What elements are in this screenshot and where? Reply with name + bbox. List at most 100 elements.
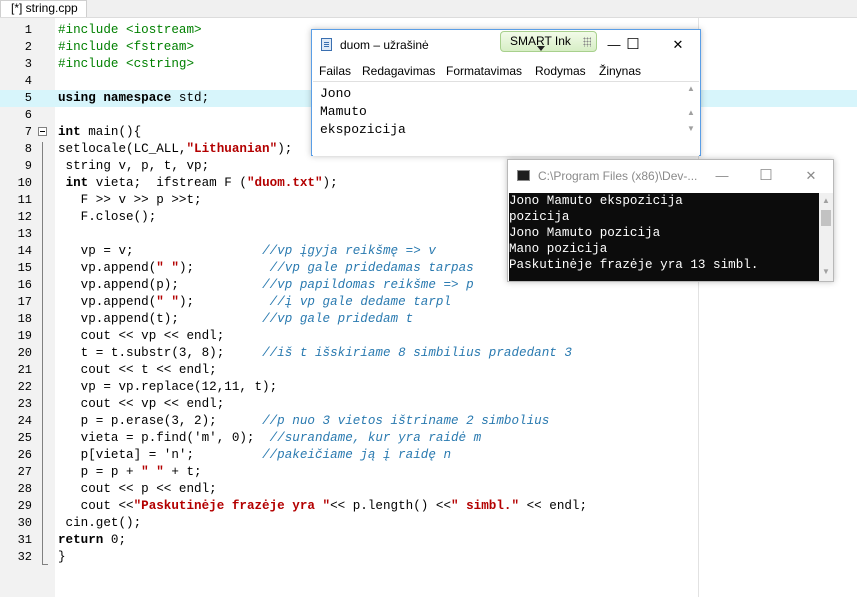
caret-down-icon[interactable] (537, 46, 545, 51)
code-line[interactable]: 24 p = p.erase(3, 2); //p nuo 3 vietos i… (0, 413, 857, 430)
line-number: 5 (24, 91, 32, 105)
maximize-button[interactable]: ☐ (618, 34, 648, 56)
code-text: vp.append(" "); //vp gale pridedamas tar… (58, 260, 474, 277)
notepad-menubar: Failas Redagavimas Formatavimas Rodymas … (312, 61, 700, 81)
fold-guide-line (42, 142, 43, 564)
code-token: string v, p, t, vp; (58, 159, 210, 173)
code-text: using namespace std; (58, 90, 209, 107)
code-token: vieta; ifstream F ( (88, 176, 247, 190)
code-line[interactable]: 26 p[vieta] = 'n'; //pakeičiame ją į rai… (0, 447, 857, 464)
line-number: 1 (24, 23, 32, 37)
code-token: //į vp gale dedame tarpl (269, 295, 452, 309)
code-text: p[vieta] = 'n'; //pakeičiame ją į raidę … (58, 447, 451, 464)
console-output-area[interactable]: Jono Mamuto ekspozicija pozicija Jono Mamu… (509, 193, 819, 281)
line-number: 23 (17, 397, 32, 411)
code-text: cout << vp << endl; (58, 328, 225, 345)
code-text: #include <fstream> (58, 39, 194, 56)
line-number: 30 (17, 516, 32, 530)
fold-guide-end (42, 564, 48, 565)
code-text: cout << p << endl; (58, 481, 217, 498)
console-line: Jono Mamuto pozicija (509, 226, 661, 240)
code-text: vp = v; //vp įgyja reikšmę => v (58, 243, 436, 260)
code-token: " " (141, 465, 164, 479)
close-button[interactable]: ✕ (663, 34, 693, 56)
line-number: 28 (17, 482, 32, 496)
maximize-button[interactable]: ☐ (751, 165, 781, 187)
scrollbar-thumb[interactable] (821, 210, 831, 226)
grip-icon[interactable] (583, 37, 591, 47)
code-token: //vp gale pridedam t (262, 312, 414, 326)
line-number: 12 (17, 210, 32, 224)
code-token: vp = vp.replace(12,11, t); (58, 380, 278, 394)
code-text: return 0; (58, 532, 126, 549)
minimize-button[interactable]: — (707, 165, 737, 187)
code-line[interactable]: 31 return 0; (0, 532, 857, 549)
line-number: 26 (17, 448, 32, 462)
code-token: " " (156, 261, 179, 275)
smart-ink-toolbar[interactable]: SMART Ink (500, 31, 597, 52)
close-button[interactable]: ✕ (796, 165, 826, 187)
code-token: return (58, 533, 104, 547)
console-window[interactable]: C:\Program Files (x86)\Dev-... — ☐ ✕ Jon… (507, 159, 834, 282)
tab-string-cpp[interactable]: [*] string.cpp (0, 0, 87, 17)
code-line[interactable]: 21 cout << t << endl; (0, 362, 857, 379)
code-token: //vp papildomas reikšme => p (262, 278, 474, 292)
line-number: 10 (17, 176, 32, 190)
line-number: 17 (17, 295, 32, 309)
line-number: 29 (17, 499, 32, 513)
console-output: Jono Mamuto ekspozicija pozicija Jono Mamu… (509, 193, 758, 273)
code-text: vp = vp.replace(12,11, t); (58, 379, 278, 396)
notepad-scrollbar[interactable]: ▲ ▲ ▼ (684, 82, 699, 156)
menu-rodymas[interactable]: Rodymas (535, 64, 586, 78)
code-line[interactable]: 28 cout << p << endl; (0, 481, 857, 498)
code-line[interactable]: 20 t = t.substr(3, 8); //iš t išskiriame… (0, 345, 857, 362)
notepad-icon (321, 38, 332, 51)
code-line[interactable]: 17 vp.append(" "); //į vp gale dedame ta… (0, 294, 857, 311)
code-line[interactable]: 25 vieta = p.find('m', 0); //surandame, … (0, 430, 857, 447)
scroll-down-icon[interactable]: ▼ (687, 124, 695, 133)
code-text: cout << vp << endl; (58, 396, 225, 413)
notepad-content[interactable]: Jono Mamuto ekspozicija (320, 85, 406, 139)
code-text: cout <<"Paskutinėje frazėje yra "<< p.le… (58, 498, 587, 515)
code-text: setlocale(LC_ALL,"Lithuanian"); (58, 141, 292, 158)
line-number: 9 (24, 159, 32, 173)
console-scrollbar[interactable]: ▲ ▼ (819, 193, 833, 281)
code-line[interactable]: 30 cin.get(); (0, 515, 857, 532)
code-line[interactable]: 22 vp = vp.replace(12,11, t); (0, 379, 857, 396)
code-token: << p.length() << (330, 499, 451, 513)
notepad-line: Jono (320, 86, 352, 101)
scroll-up-icon[interactable]: ▲ (687, 84, 695, 93)
code-line[interactable]: 29 cout <<"Paskutinėje frazėje yra "<< p… (0, 498, 857, 515)
code-token: cout << vp << endl; (58, 329, 225, 343)
code-text: #include <cstring> (58, 56, 194, 73)
code-token: " simbl." (451, 499, 520, 513)
code-line[interactable]: 32} (0, 549, 857, 566)
line-number: 22 (17, 380, 32, 394)
code-token: vp = v; (58, 244, 263, 258)
scroll-up-icon[interactable]: ▲ (687, 108, 695, 117)
scroll-down-icon[interactable]: ▼ (822, 267, 830, 276)
scroll-up-icon[interactable]: ▲ (822, 196, 830, 205)
code-token: #include <iostream> (58, 23, 202, 37)
menu-redagavimas[interactable]: Redagavimas (362, 64, 435, 78)
line-number: 7 (24, 125, 32, 139)
line-number: 3 (24, 57, 32, 71)
notepad-text-area[interactable]: Jono Mamuto ekspozicija ▲ ▲ ▼ (313, 81, 699, 156)
menu-formatavimas[interactable]: Formatavimas (446, 64, 522, 78)
code-text: } (58, 549, 66, 566)
code-line[interactable]: 19 cout << vp << endl; (0, 328, 857, 345)
console-titlebar[interactable]: C:\Program Files (x86)\Dev-... — ☐ ✕ (508, 160, 833, 192)
fold-collapse-icon[interactable] (38, 127, 47, 136)
console-title: C:\Program Files (x86)\Dev-... (538, 169, 698, 183)
code-text: F >> v >> p >>t; (58, 192, 202, 209)
code-line[interactable]: 27 p = p + " " + t; (0, 464, 857, 481)
notepad-titlebar[interactable]: duom – užrašinė SMART Ink — ☐ ✕ (312, 30, 700, 60)
notepad-window[interactable]: duom – užrašinė SMART Ink — ☐ ✕ Failas R… (311, 29, 701, 156)
console-line: Paskutinėje frazėje yra 13 simbl. (509, 258, 759, 272)
menu-failas[interactable]: Failas (319, 64, 351, 78)
code-text: F.close(); (58, 209, 157, 226)
code-line[interactable]: 23 cout << vp << endl; (0, 396, 857, 413)
code-text: vp.append(p); //vp papildomas reikšme =>… (58, 277, 474, 294)
menu-zinynas[interactable]: Žinynas (599, 64, 641, 78)
code-line[interactable]: 18 vp.append(t); //vp gale pridedam t (0, 311, 857, 328)
